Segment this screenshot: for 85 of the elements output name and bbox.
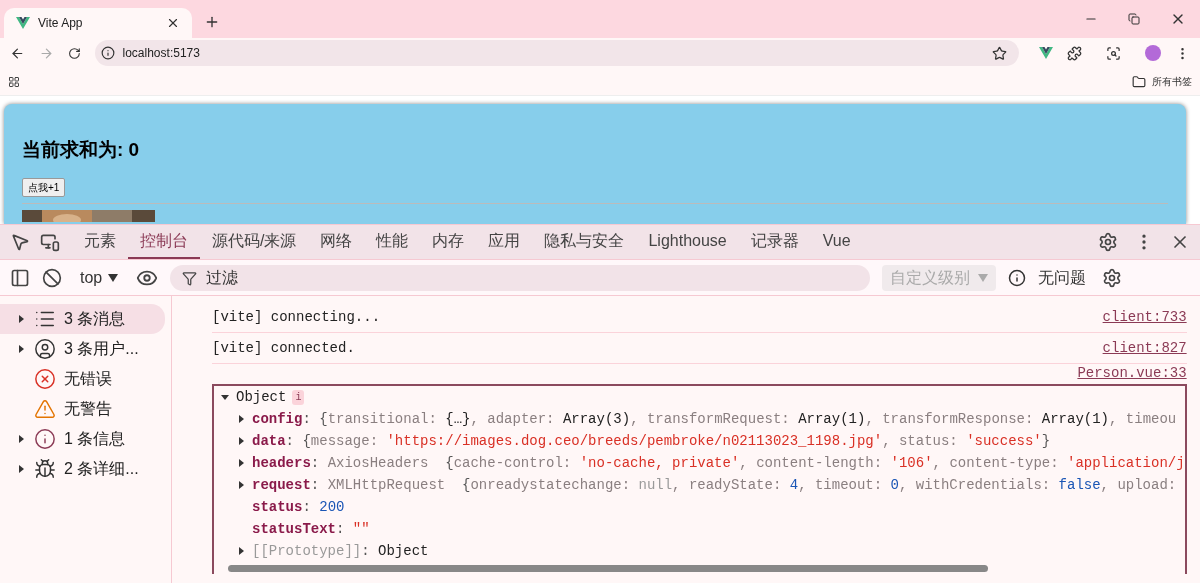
sidebar-label: 无错误 xyxy=(64,369,112,389)
devtools-tab[interactable]: 源代码/来源 xyxy=(200,225,309,259)
property-line: headers: AxiosHeaders {cache-control: 'no-cache, private', content-length: '106', content-type: 'application/j xyxy=(252,453,1185,473)
expand-triangle-icon[interactable] xyxy=(16,344,26,354)
console-message: [vite] connecting... xyxy=(212,307,381,327)
expand-triangle-icon[interactable] xyxy=(236,414,246,424)
warning-icon xyxy=(34,398,56,420)
source-link[interactable]: client:733 xyxy=(1102,306,1187,328)
info-icon[interactable] xyxy=(1008,268,1027,287)
console-message: [vite] connected. xyxy=(212,338,355,358)
info-icon xyxy=(34,428,56,450)
caret-icon xyxy=(978,273,989,282)
property-line: [[Prototype]]: Object xyxy=(252,541,429,561)
devtools-tab[interactable]: 内存 xyxy=(420,225,477,259)
sidebar-label: 3 条消息 xyxy=(64,309,126,329)
devtools-tab[interactable]: Lighthouse xyxy=(636,225,739,259)
sidebar-item[interactable]: 1 条信息 xyxy=(0,424,165,454)
vue-logo-icon xyxy=(16,17,30,29)
browser-tab[interactable]: Vite App xyxy=(4,8,192,38)
sidebar-item[interactable]: 3 条用户... xyxy=(0,334,165,364)
sidebar-item[interactable]: 无错误 xyxy=(0,364,165,394)
apps-icon[interactable] xyxy=(8,75,20,88)
sidebar-item[interactable]: 2 条详细... xyxy=(0,454,165,484)
new-tab-icon[interactable] xyxy=(204,14,220,30)
settings-icon[interactable] xyxy=(1098,232,1118,252)
expand-triangle-icon[interactable] xyxy=(16,314,26,324)
sidebar-item[interactable]: 3 条消息 xyxy=(0,304,165,334)
error-icon xyxy=(34,368,56,390)
sidebar-label: 2 条详细... xyxy=(64,459,139,479)
devtools-tab[interactable]: 性能 xyxy=(364,225,421,259)
address-bar[interactable]: localhost:5173 xyxy=(94,40,1019,66)
property-line: data: {message: 'https://images.dog.ceo/breeds/pembroke/n02113023_1198.jpg', status: 'success'} xyxy=(252,431,1051,451)
user-icon xyxy=(34,338,56,360)
object-label: Object xyxy=(236,387,287,407)
devtools-tab[interactable]: 记录器 xyxy=(738,225,811,259)
expand-triangle-icon[interactable] xyxy=(236,458,246,468)
sidebar-toggle-icon[interactable] xyxy=(10,267,30,288)
expand-triangle-icon[interactable] xyxy=(236,480,246,490)
collapse-triangle-icon[interactable] xyxy=(220,392,230,402)
address-text: localhost:5173 xyxy=(122,45,201,62)
context-dropdown[interactable]: top xyxy=(74,265,125,290)
vue-logo-icon xyxy=(1039,47,1053,59)
bug-icon xyxy=(34,458,56,480)
devtools-tab[interactable]: 应用 xyxy=(476,225,533,259)
filter-icon xyxy=(182,270,198,286)
sidebar-item[interactable]: 无警告 xyxy=(0,394,165,424)
sidebar-label: 无警告 xyxy=(64,399,112,419)
device-toolbar-icon[interactable] xyxy=(40,232,60,252)
devtools-tab[interactable]: 网络 xyxy=(308,225,365,259)
site-info-icon xyxy=(100,46,115,60)
caret-icon xyxy=(108,273,119,282)
source-link[interactable]: client:827 xyxy=(1102,337,1187,359)
property-line: statusText: "" xyxy=(252,519,370,539)
issues-button[interactable]: 无问题 xyxy=(1038,265,1087,290)
devtools-tab[interactable]: 元素 xyxy=(72,225,128,259)
settings-icon[interactable] xyxy=(1102,267,1123,288)
close-icon[interactable] xyxy=(166,16,180,30)
tab-title: Vite App xyxy=(38,15,84,32)
reload-icon[interactable] xyxy=(67,46,81,60)
sidebar-label: 1 条信息 xyxy=(64,429,126,449)
sidebar-label: 3 条用户... xyxy=(64,339,139,359)
horizontal-scrollbar-thumb[interactable] xyxy=(228,564,988,572)
bookmarks-folder[interactable]: 所有书签 xyxy=(1152,74,1192,89)
info-badge[interactable]: i xyxy=(292,389,305,405)
filter-field[interactable]: 过滤 xyxy=(170,264,871,291)
increment-button[interactable]: 点我+1 xyxy=(22,178,66,197)
expand-triangle-icon[interactable] xyxy=(236,436,246,446)
devtools-tab[interactable]: Vue xyxy=(810,225,863,259)
expand-triangle-icon[interactable] xyxy=(16,434,26,444)
extensions-icon[interactable] xyxy=(1067,45,1082,61)
search-tabs-icon[interactable] xyxy=(1106,45,1121,61)
devtools-tab[interactable]: 隐私与安全 xyxy=(532,225,637,259)
expand-triangle-icon[interactable] xyxy=(236,546,246,556)
restore-icon[interactable] xyxy=(1128,13,1140,25)
property-line: config: {transitional: {…}, adapter: Array(3), transformRequest: Array(1), transformResponse: Array(1), timeou xyxy=(252,409,1177,429)
inspect-icon[interactable] xyxy=(10,232,30,252)
clear-console-icon[interactable] xyxy=(42,267,62,288)
property-line: status: 200 xyxy=(252,497,345,517)
expand-triangle-icon[interactable] xyxy=(16,464,26,474)
profile-avatar[interactable] xyxy=(1145,45,1161,61)
sum-heading: 当前求和为: 0 xyxy=(22,138,141,162)
source-link[interactable]: Person.vue:33 xyxy=(1077,363,1187,384)
property-line: request: XMLHttpRequest {onreadystatechange: null, readyState: 4, timeout: 0, withCredentials: false, upload: xyxy=(252,475,1177,495)
folder-icon xyxy=(1132,74,1146,89)
star-icon[interactable] xyxy=(992,45,1007,61)
